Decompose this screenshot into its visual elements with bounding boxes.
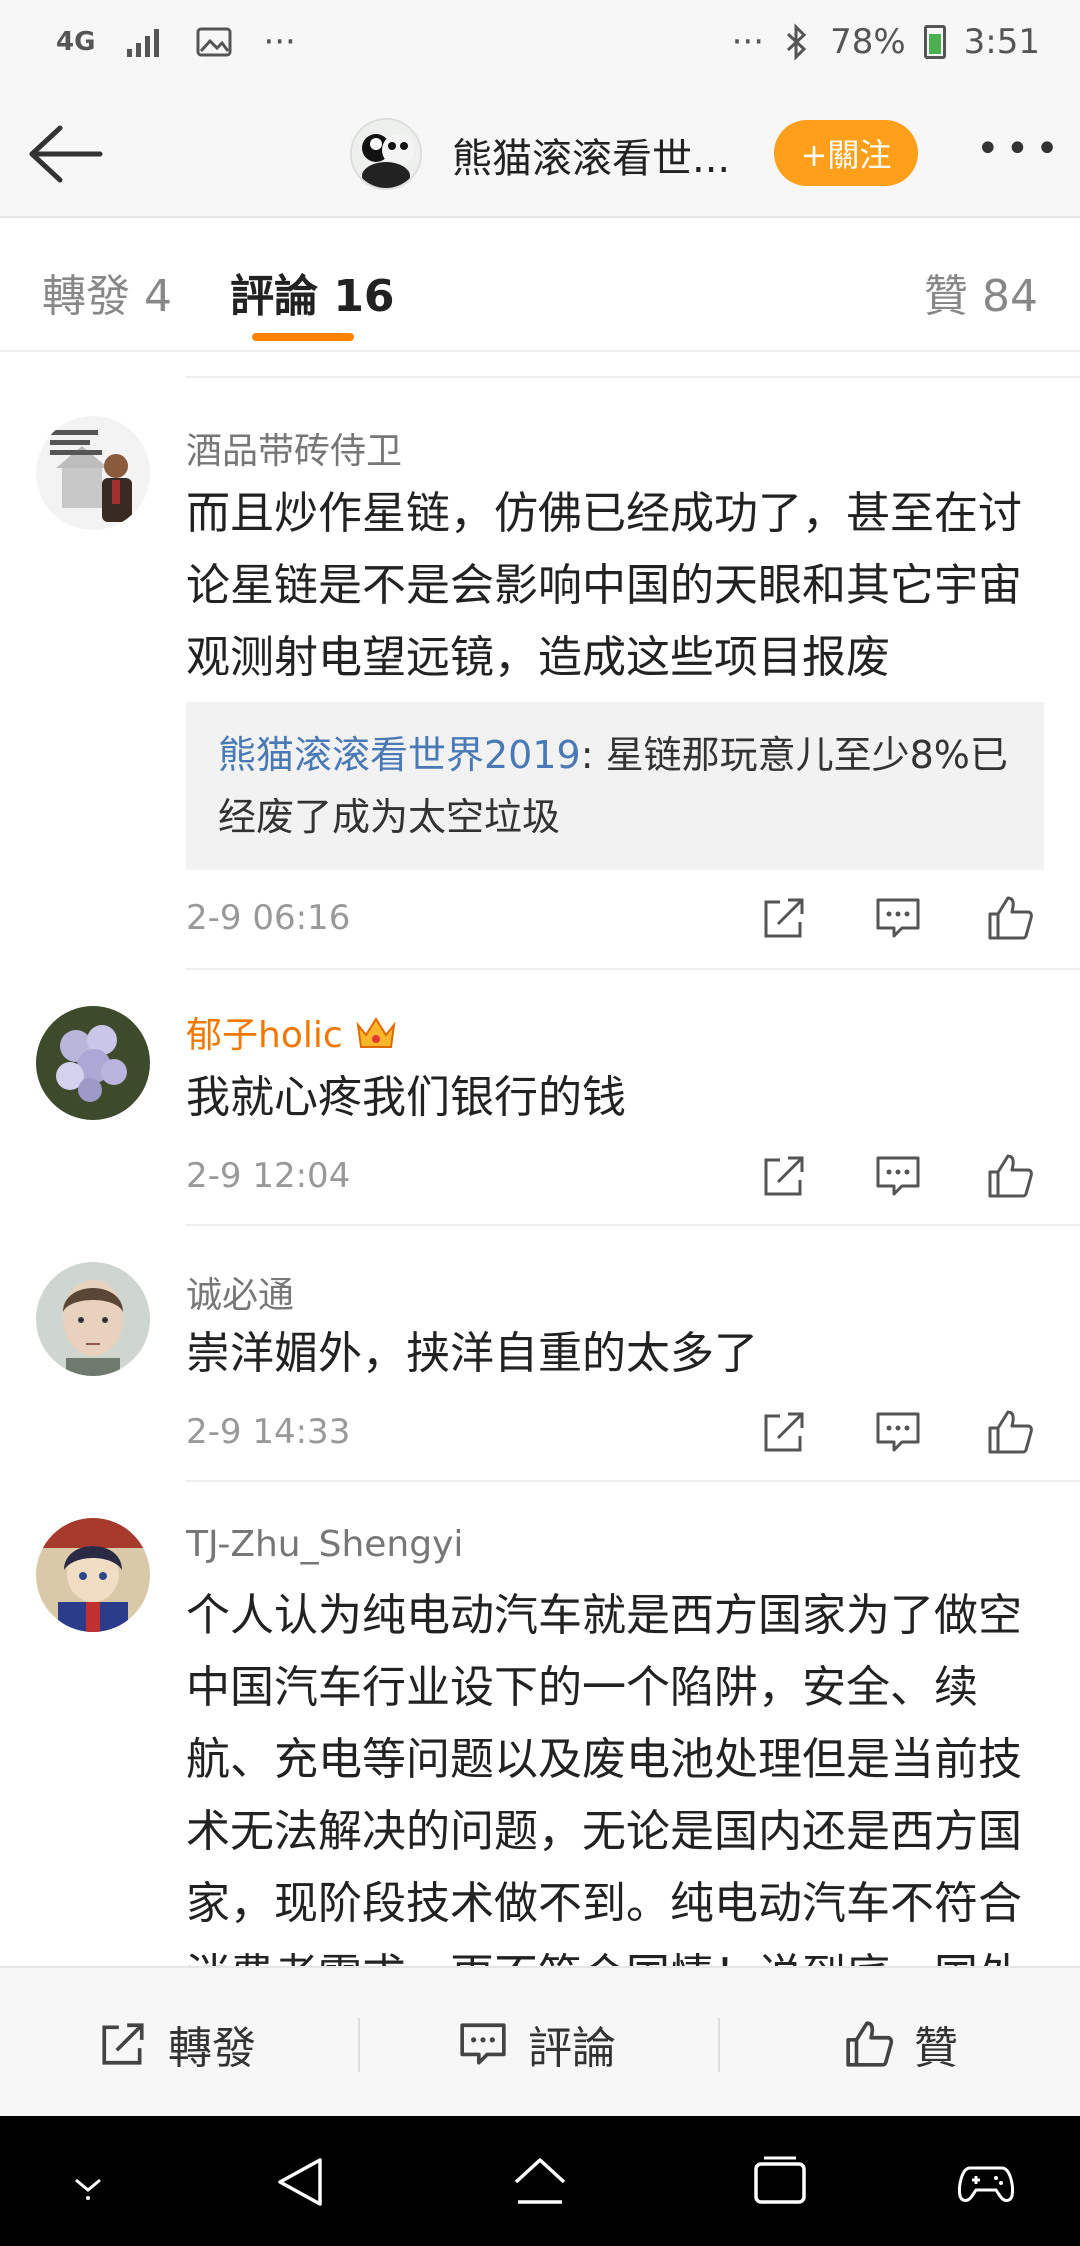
comment-actions (760, 1152, 1040, 1208)
system-nav-bar (0, 2116, 1080, 2246)
tab-bar: 轉發 4 評論 16 贊 84 (0, 218, 1080, 352)
network-type: 4G (56, 27, 96, 57)
like-icon[interactable] (986, 1408, 1034, 1456)
comment-username[interactable]: 郁子holic (186, 1006, 398, 1058)
comment-icon[interactable] (874, 894, 922, 942)
game-controller-icon[interactable] (956, 2152, 1016, 2212)
header: 熊猫滚滚看世... +關注 ••• (0, 90, 1080, 218)
avatar[interactable] (36, 1006, 150, 1120)
battery-icon (923, 25, 946, 59)
hide-keyboard-icon[interactable] (58, 2152, 118, 2212)
comment-time: 2-9 06:16 (186, 898, 351, 938)
separator (358, 2018, 360, 2072)
back-nav-icon[interactable] (272, 2152, 332, 2212)
user-avatar-image (36, 1518, 150, 1632)
battery-percent: 78% (830, 22, 906, 62)
bluetooth-icon (787, 23, 807, 61)
comment-icon[interactable] (874, 1408, 922, 1456)
comment-time: 2-9 12:04 (186, 1156, 351, 1196)
active-tab-indicator (252, 333, 354, 341)
comment-username[interactable]: 诚必通 (186, 1266, 294, 1318)
comment-text: 而且炒作星链，仿佛已经成功了，甚至在讨论星链是不是会影响中国的天眼和其它宇宙观测… (186, 488, 1022, 683)
signal-icon (127, 29, 160, 57)
comment-text: 我就心疼我们银行的钱 (186, 1072, 626, 1123)
panda-avatar-image (352, 120, 420, 188)
divider (186, 1224, 1080, 1226)
image-icon (196, 27, 232, 57)
like-icon[interactable] (986, 894, 1034, 942)
comment-username[interactable]: 酒品带砖侍卫 (186, 422, 402, 474)
forward-icon (102, 2023, 144, 2065)
comment-text: 个人认为纯电动汽车就是西方国家为了做空中国汽车行业设下的一个陷阱，安全、续航、充… (186, 1590, 1022, 1966)
forward-icon[interactable] (760, 1408, 808, 1456)
avatar[interactable] (36, 1262, 150, 1376)
comment-button[interactable]: 評論 (458, 2012, 616, 2076)
divider (186, 376, 1080, 378)
separator (718, 2018, 720, 2072)
bottom-action-bar: 轉發 評論 贊 (0, 1966, 1080, 2116)
comment-actions (760, 1408, 1040, 1464)
clock: 3:51 (963, 22, 1040, 62)
like-icon (846, 2021, 894, 2067)
home-nav-icon[interactable] (510, 2152, 570, 2212)
tab-forwards[interactable]: 轉發 4 (42, 260, 172, 324)
forward-label: 轉發 (168, 2023, 256, 2074)
comment-label: 評論 (528, 2023, 616, 2074)
crown-badge-icon (356, 1017, 396, 1048)
comment-item: TJ-Zhu_Shengyi 个人认为纯电动汽车就是西方国家为了做空中国汽车行业… (0, 1482, 1080, 1966)
forward-icon[interactable] (760, 1152, 808, 1200)
comment-text: 崇洋媚外，挟洋自重的太多了 (186, 1328, 758, 1379)
comment-time: 2-9 14:33 (186, 1412, 351, 1452)
user-avatar-image (36, 1262, 150, 1376)
like-button[interactable]: 贊 (844, 2012, 958, 2076)
divider (186, 968, 1080, 970)
author-avatar[interactable] (350, 118, 422, 190)
user-avatar-image (36, 1006, 150, 1120)
quoted-reply[interactable]: 熊猫滚滚看世界2019: 星链那玩意儿至少8%已经废了成为太空垃圾 (186, 702, 1044, 870)
back-arrow-icon (29, 125, 103, 183)
like-label: 贊 (914, 2023, 958, 2074)
follow-button[interactable]: +關注 (774, 120, 918, 186)
quoted-username[interactable]: 熊猫滚滚看世界2019 (218, 733, 581, 777)
comment-username-text[interactable]: 郁子holic (186, 1015, 343, 1056)
status-bar: 4G ··· ··· 78% 3:51 (0, 0, 1080, 90)
comment-username[interactable]: TJ-Zhu_Shengyi (186, 1524, 463, 1565)
recents-nav-icon[interactable] (750, 2152, 810, 2212)
user-avatar-image (36, 416, 150, 530)
back-button[interactable] (26, 120, 106, 188)
avatar[interactable] (36, 416, 150, 530)
forward-icon[interactable] (760, 894, 808, 942)
status-dots-right: ··· (731, 22, 765, 62)
tab-comments[interactable]: 評論 16 (230, 260, 395, 324)
forward-button[interactable]: 轉發 (98, 2012, 256, 2076)
tab-likes[interactable]: 贊 84 (924, 260, 1038, 324)
comment-icon[interactable] (874, 1152, 922, 1200)
author-name[interactable]: 熊猫滚滚看世... (452, 126, 730, 184)
avatar[interactable] (36, 1518, 150, 1632)
comment-icon (460, 2023, 506, 2065)
comment-actions (760, 894, 1040, 950)
status-dots-left: ··· (263, 22, 296, 62)
like-icon[interactable] (986, 1152, 1034, 1200)
more-options-button[interactable]: ••• (976, 129, 1059, 174)
